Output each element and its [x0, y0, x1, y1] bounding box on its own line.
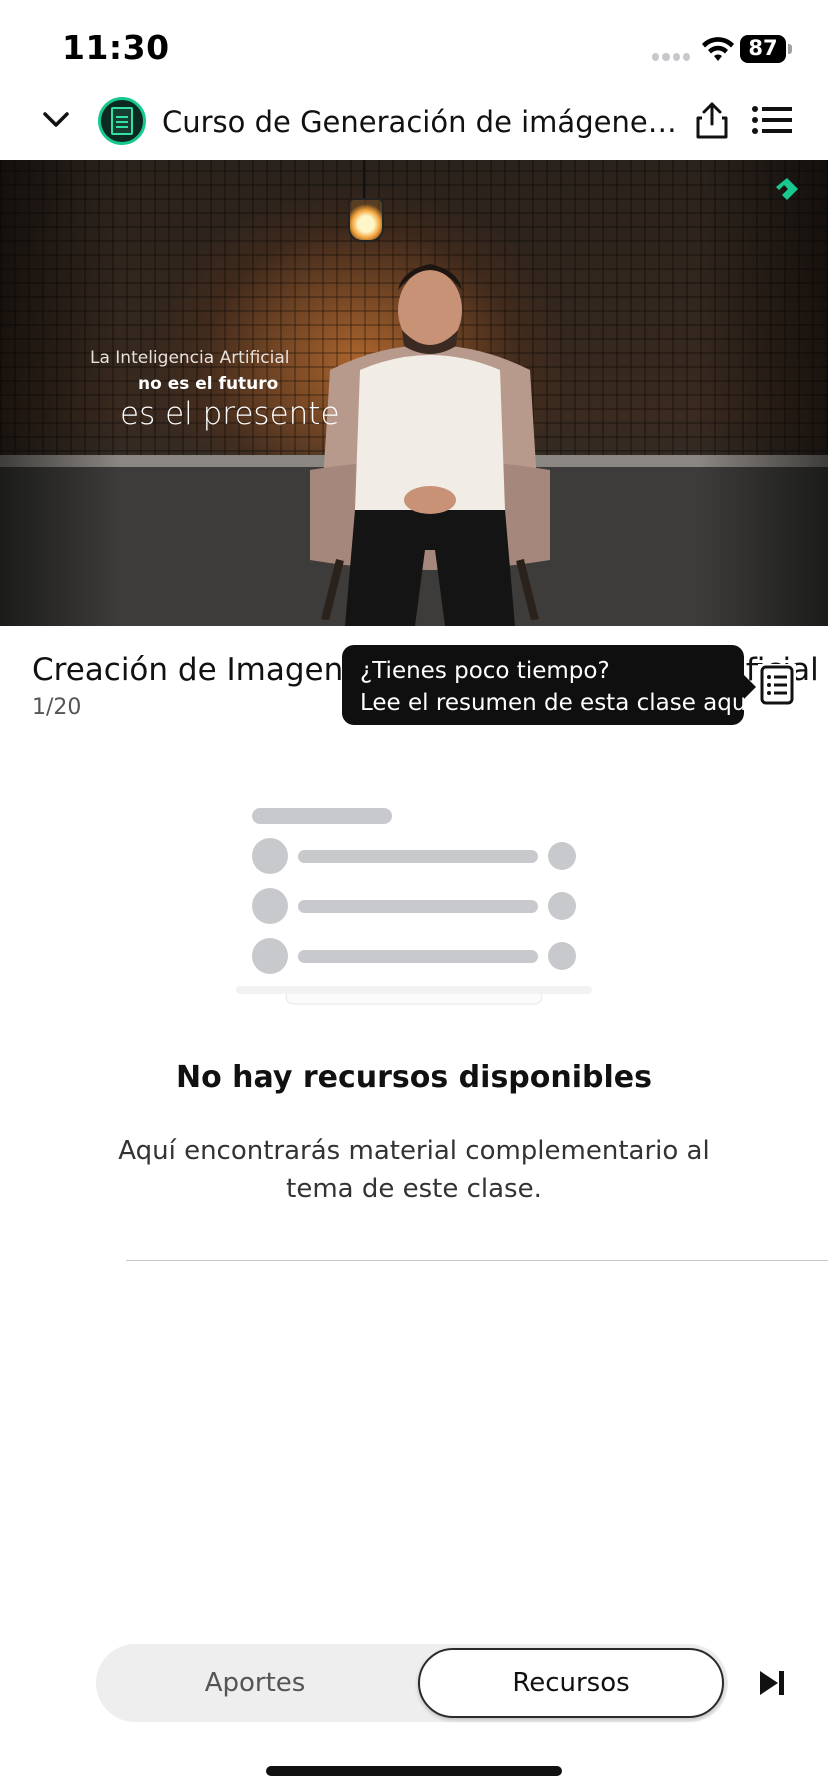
summary-tooltip[interactable]: ¿Tienes poco tiempo? Lee el resumen de e… [342, 645, 761, 725]
empty-state-title: No hay recursos disponibles [176, 1060, 652, 1095]
bottom-tab-bar: Aportes Recursos [96, 1644, 728, 1722]
cellular-signal-icon [652, 53, 690, 61]
lamp-image [348, 198, 384, 242]
wifi-icon [702, 37, 734, 61]
platzi-logo [776, 178, 798, 200]
empty-resources-illustration [236, 790, 592, 1005]
class-counter: 1/20 [32, 695, 82, 720]
summary-icon[interactable] [758, 664, 796, 706]
class-title-visible: Creación de Imagene [32, 652, 363, 688]
list-icon[interactable] [752, 106, 792, 134]
divider [126, 1260, 828, 1261]
tab-recursos[interactable]: Recursos [418, 1648, 724, 1718]
tooltip-line2: Lee el resumen de esta clase aquí. [360, 690, 761, 716]
course-badge-icon[interactable] [98, 97, 146, 145]
home-indicator [266, 1766, 562, 1776]
battery-icon: 87 [740, 35, 792, 63]
tooltip-line1: ¿Tienes poco tiempo? [360, 658, 610, 684]
course-title[interactable]: Curso de Generación de imágenes con... [162, 104, 682, 140]
status-time: 11:30 [62, 28, 170, 67]
skip-next-icon[interactable] [758, 1668, 786, 1698]
empty-state-description: Aquí encontrarás material complementario… [118, 1136, 710, 1204]
video-overlay-line1: La Inteligencia Artificial [90, 348, 290, 368]
instructor-image [345, 264, 515, 626]
video-player[interactable]: La Inteligencia Artificial no es el futu… [0, 160, 828, 626]
video-overlay-line2: no es el futuro [138, 374, 279, 394]
battery-level: 87 [748, 36, 778, 60]
share-icon[interactable] [694, 100, 730, 140]
tab-aportes[interactable]: Aportes [100, 1648, 410, 1718]
chevron-down-icon[interactable] [40, 104, 72, 136]
video-overlay-line3: es el presente [120, 396, 340, 432]
